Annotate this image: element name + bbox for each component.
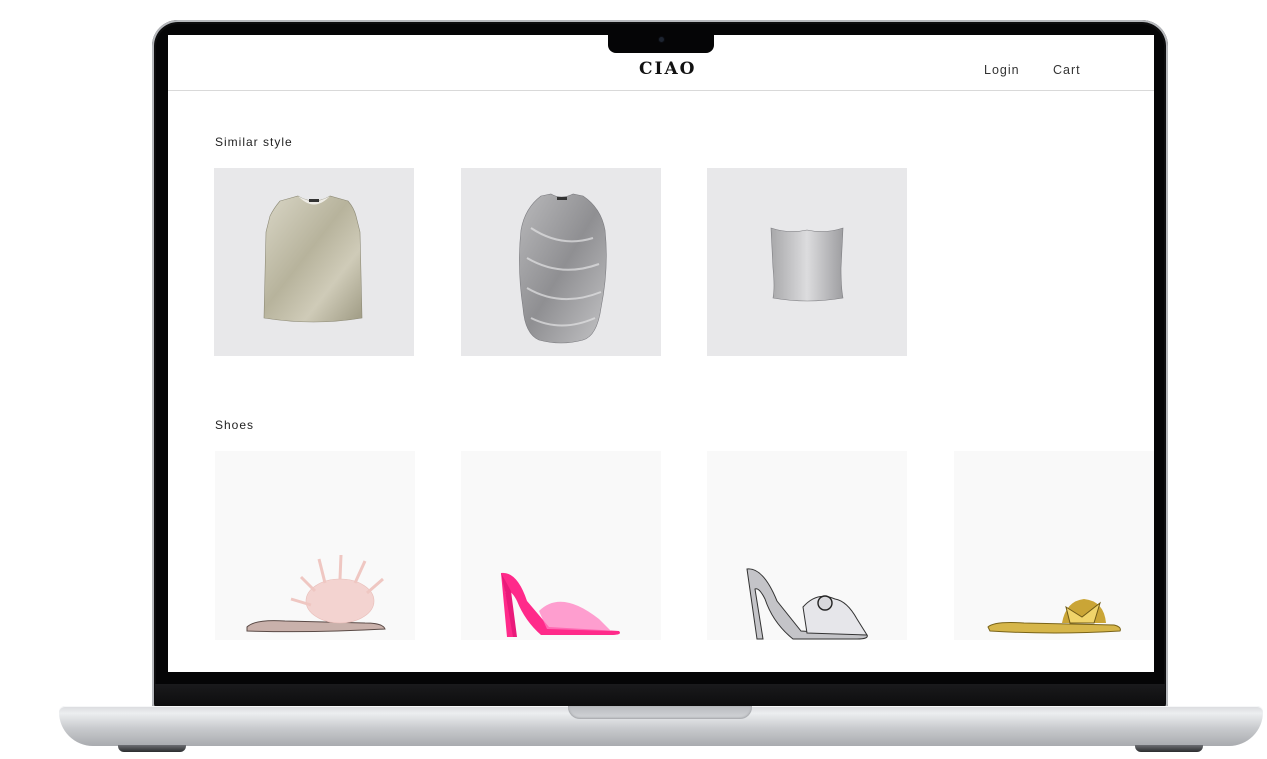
laptop-opening-notch [568,706,752,719]
product-tile-silver-mule[interactable] [707,451,907,640]
web-page: CIAO Login Cart Similar style Shoes [168,35,1154,672]
pink-vinyl-heeled-mule-icon [501,572,620,637]
brand-logo[interactable]: CIAO [639,59,696,79]
gold-bow-flat-slide-icon [987,599,1121,634]
product-tile-pink-mule[interactable] [461,451,661,640]
product-tile-feather-slide[interactable] [215,451,415,640]
product-tile-metallic-tank[interactable] [214,168,414,356]
laptop-chin [155,684,1165,708]
camera-icon [659,37,664,42]
shoes-heading: Shoes [215,418,255,432]
pink-feather-slide-sandal-icon [246,554,386,633]
laptop-foot-right [1135,745,1203,752]
product-tile-bandeau-top[interactable] [707,168,907,356]
laptop-foot-left [118,745,186,752]
silver-bow-heeled-mule-icon [746,568,868,640]
product-tile-gold-slide[interactable] [954,451,1154,640]
product-tile-sequin-top[interactable] [461,168,661,356]
cart-link[interactable]: Cart [1053,63,1081,77]
camera-notch [608,35,714,53]
similar-style-heading: Similar style [215,135,293,149]
login-link[interactable]: Login [984,63,1020,77]
silver-strapless-bandeau-top-icon [770,227,844,302]
silver-sequin-draped-top-icon [519,193,607,344]
metallic-gold-tank-top-icon [263,195,363,323]
